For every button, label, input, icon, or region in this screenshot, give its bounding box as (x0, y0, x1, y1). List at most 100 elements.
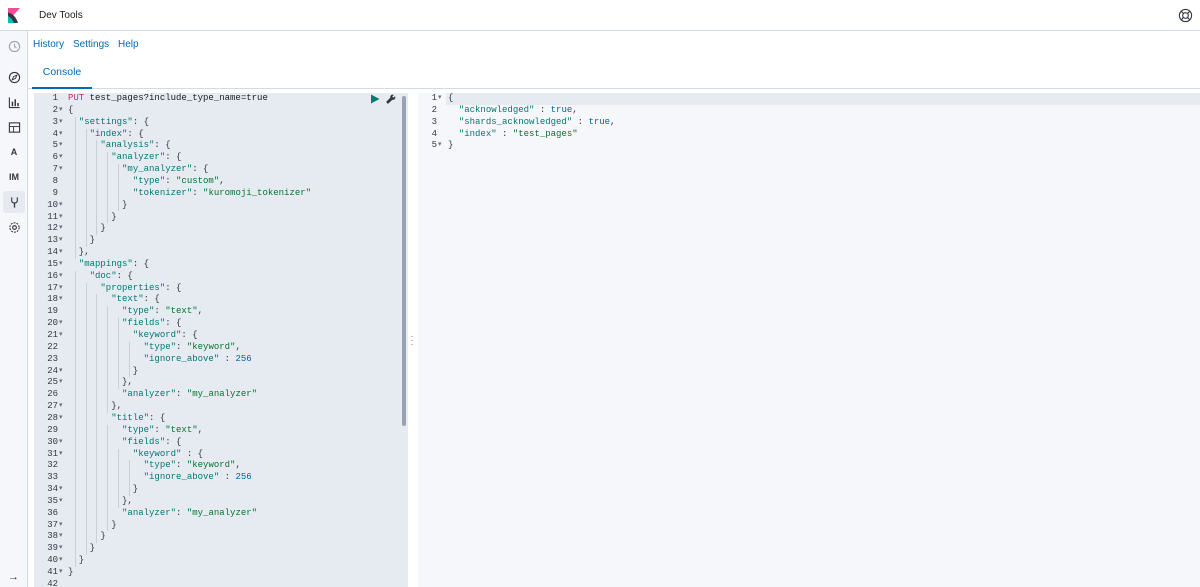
request-scrollbar[interactable] (402, 96, 406, 426)
request-line-number: 5 (52, 140, 58, 151)
request-code-line: "doc": { (89, 270, 133, 281)
apm-icon[interactable]: A (3, 141, 25, 163)
request-fold-toggle[interactable]: ▾ (59, 164, 63, 176)
request-line-number: 39 (47, 543, 58, 554)
request-fold-toggle[interactable]: ▾ (59, 330, 63, 342)
tab-console[interactable]: Console (32, 56, 92, 89)
request-fold-toggle[interactable]: ▾ (59, 129, 63, 141)
kibana-logo-icon[interactable] (0, 0, 28, 31)
request-code-line: } (68, 235, 96, 246)
request-fold-toggle[interactable]: ▾ (59, 567, 63, 579)
request-code-line: } (68, 543, 96, 554)
request-line-number: 26 (47, 389, 58, 400)
request-fold-toggle[interactable]: ▾ (59, 437, 63, 449)
request-line-number: 32 (47, 460, 58, 471)
request-fold-toggle[interactable]: ▾ (59, 520, 63, 532)
request-fold-toggle[interactable]: ▾ (59, 223, 63, 235)
response-code-line: "index" : "test_pages" (458, 128, 578, 139)
request-editor[interactable]: 1 2 ▾ 3 ▾ 4 ▾ 5 ▾ 6 ▾ 7 ▾ 8 9 10 ▾ 11 ▾ 12 ▾ 13 ▾ 14 ▾ 15 ▾ 16 ▾ 17 ▾ 1… (34, 93, 408, 587)
request-fold-toggle[interactable]: ▾ (59, 259, 63, 271)
response-code-line: "acknowledged" : true, (458, 104, 578, 115)
request-line-number: 42 (47, 578, 58, 587)
request-fold-toggle[interactable]: ▾ (59, 377, 63, 389)
infrastructure-icon[interactable]: IM (3, 166, 25, 188)
request-line-number: 7 (52, 164, 58, 175)
request-code[interactable]: PUT test_pages?include_type_name=true{ "… (66, 93, 408, 587)
response-line-number: 2 (431, 104, 437, 115)
request-line-number: 36 (47, 507, 58, 518)
management-gear-icon[interactable] (3, 216, 25, 238)
request-fold-toggle[interactable]: ▾ (59, 555, 63, 567)
pane-resizer-handle[interactable]: · · · (410, 332, 414, 349)
request-fold-toggle[interactable]: ▾ (59, 366, 63, 378)
request-code-line: "type": "custom", (132, 175, 225, 186)
request-gutter: 1 2 ▾ 3 ▾ 4 ▾ 5 ▾ 6 ▾ 7 ▾ 8 9 10 ▾ 11 ▾ 12 ▾ 13 ▾ 14 ▾ 15 ▾ 16 ▾ 17 ▾ 1… (34, 93, 66, 587)
visualize-icon[interactable] (3, 91, 25, 113)
request-line-number: 9 (52, 187, 58, 198)
request-fold-toggle[interactable]: ▾ (59, 283, 63, 295)
request-line-number: 25 (47, 377, 58, 388)
request-line-number: 24 (47, 365, 58, 376)
request-fold-toggle[interactable]: ▾ (59, 318, 63, 330)
request-fold-toggle[interactable]: ▾ (59, 212, 63, 224)
response-line-number: 4 (431, 128, 437, 139)
help-icon[interactable] (1178, 8, 1193, 23)
indent-guide (128, 341, 130, 378)
request-fold-toggle[interactable]: ▾ (59, 200, 63, 212)
request-fold-toggle[interactable]: ▾ (59, 140, 63, 152)
request-code-line: }, (68, 495, 133, 506)
request-code-line: }, (68, 401, 123, 412)
indent-guide (107, 152, 109, 224)
request-code-line: "settings": { (78, 116, 150, 127)
request-fold-toggle[interactable]: ▾ (59, 117, 63, 129)
request-line-number: 4 (52, 128, 58, 139)
response-fold-toggle[interactable]: ▾ (438, 93, 442, 105)
indent-guide (118, 448, 119, 508)
request-fold-toggle[interactable]: ▾ (59, 294, 63, 306)
request-fold-toggle[interactable]: ▾ (59, 152, 63, 164)
request-fold-toggle[interactable]: ▾ (59, 235, 63, 247)
indent-guide (128, 460, 130, 496)
request-fold-toggle[interactable]: ▾ (59, 484, 63, 496)
request-fold-toggle[interactable]: ▾ (59, 496, 63, 508)
request-line-number: 13 (47, 235, 58, 246)
response-viewer: 1 ▾ 2 3 4 5 ▾ { "acknowledged" : true, "shards… (418, 93, 1200, 587)
recently-viewed-icon[interactable] (3, 35, 25, 57)
request-line-number: 17 (47, 282, 58, 293)
settings-link[interactable]: Settings (73, 39, 109, 50)
request-fold-toggle[interactable]: ▾ (59, 531, 63, 543)
page-title: Dev Tools (39, 10, 83, 21)
history-link[interactable]: History (33, 39, 64, 50)
request-fold-toggle[interactable]: ▾ (59, 449, 63, 461)
request-line-number: 8 (52, 175, 58, 186)
response-code-line: { (448, 93, 454, 103)
collapse-nav-arrow-icon[interactable]: → (8, 571, 19, 583)
play-icon[interactable] (370, 94, 380, 104)
dashboard-icon[interactable] (3, 116, 25, 138)
help-link[interactable]: Help (118, 39, 139, 50)
request-code-line: } (68, 223, 106, 234)
top-menu: History Settings Help (28, 31, 1200, 56)
discover-icon[interactable] (3, 66, 25, 88)
request-fold-toggle[interactable]: ▾ (59, 543, 63, 555)
request-code-line: "tokenizer": "kuromoji_tokenizer" (132, 187, 312, 198)
request-line-number: 6 (52, 152, 58, 163)
response-fold-toggle[interactable]: ▾ (438, 140, 442, 152)
request-fold-toggle[interactable]: ▾ (59, 413, 63, 425)
request-line-number: 31 (47, 448, 58, 459)
request-fold-toggle[interactable]: ▾ (59, 271, 63, 283)
dev-tools-app: A IM → Dev Tools History Settings Help C… (0, 0, 1200, 587)
request-fold-toggle[interactable]: ▾ (59, 105, 63, 117)
indent-guide (107, 306, 109, 413)
request-fold-toggle[interactable]: ▾ (59, 401, 63, 413)
request-code-line: "keyword" : { (132, 448, 204, 459)
request-line-number: 21 (47, 330, 58, 340)
request-line-number: 37 (47, 519, 58, 530)
request-fold-toggle[interactable]: ▾ (59, 247, 63, 259)
request-code-line: } (68, 531, 106, 542)
dev-tools-icon[interactable] (3, 191, 25, 213)
request-line-number: 12 (47, 223, 58, 234)
wrench-icon[interactable] (386, 94, 396, 104)
response-code: { "acknowledged" : true, "shards_acknowl… (446, 93, 1200, 587)
request-line-number: 41 (47, 567, 58, 577)
